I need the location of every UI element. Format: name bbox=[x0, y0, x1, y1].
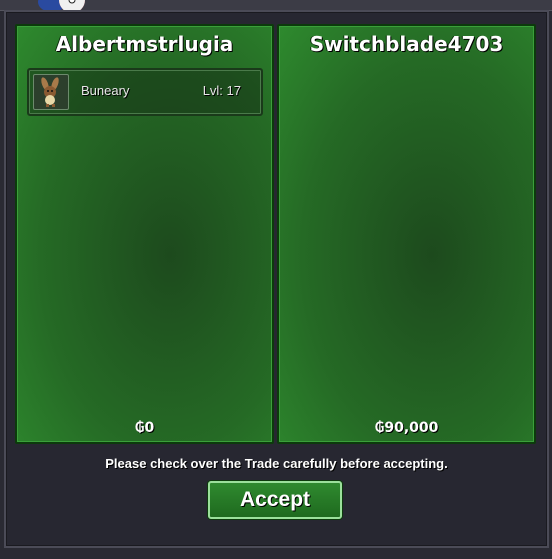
left-pokemon-slot[interactable]: Buneary Lvl: 17 bbox=[27, 68, 263, 116]
pokemon-name: Buneary bbox=[81, 83, 130, 98]
trade-notice: Please check over the Trade carefully be… bbox=[105, 456, 448, 471]
right-money-offer: ₲90,000 bbox=[374, 420, 439, 436]
trade-window: Albertmstrlugia Buneary Lvl: 17 ₲0 Switc… bbox=[4, 10, 549, 548]
accept-button[interactable]: Accept bbox=[208, 481, 342, 519]
left-player-name: Albertmstrlugia bbox=[55, 32, 234, 56]
pokemon-level: Lvl: 17 bbox=[202, 83, 241, 98]
right-player-name: Switchblade4703 bbox=[309, 32, 504, 56]
right-trade-panel: Switchblade4703 ₲90,000 bbox=[277, 24, 536, 444]
buneary-sprite-icon bbox=[33, 74, 69, 110]
left-trade-panel: Albertmstrlugia Buneary Lvl: 17 ₲0 bbox=[15, 24, 274, 444]
left-money-offer: ₲0 bbox=[134, 420, 155, 436]
